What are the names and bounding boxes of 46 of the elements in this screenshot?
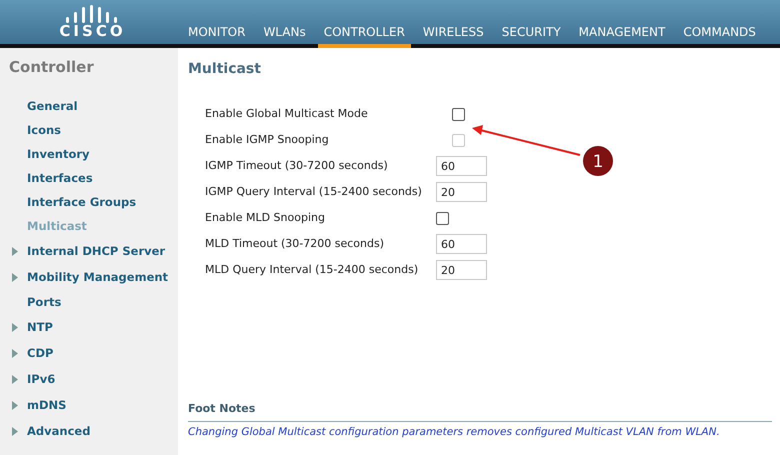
- sidebar-item[interactable]: Interfaces: [27, 171, 93, 185]
- expand-arrow-icon[interactable]: [12, 426, 18, 436]
- expand-arrow-icon[interactable]: [12, 400, 18, 410]
- logo-text: CISCO: [58, 23, 126, 40]
- nav-tab[interactable]: CONTROLLER: [318, 24, 411, 48]
- nav-tab[interactable]: MANAGEMENT: [572, 24, 672, 48]
- sidebar-title: Controller: [9, 58, 95, 78]
- nav-tab[interactable]: COMMANDS: [677, 24, 762, 48]
- field-label: MLD Query Interval (15-2400 seconds): [205, 262, 420, 278]
- input-field[interactable]: 20: [436, 260, 487, 280]
- checkbox[interactable]: [452, 108, 465, 120]
- field-label: IGMP Query Interval (15-2400 seconds): [205, 184, 423, 200]
- nav-tab[interactable]: WIRELESS: [416, 24, 490, 48]
- page-title: Multicast: [188, 61, 262, 79]
- checkbox[interactable]: [436, 212, 449, 224]
- sidebar-item[interactable]: Mobility Management: [27, 270, 168, 284]
- field-label: Enable MLD Snooping: [205, 210, 326, 226]
- sidebar-item[interactable]: Inventory: [27, 147, 90, 161]
- sidebar-item[interactable]: General: [27, 99, 78, 113]
- field-label: Enable Global Multicast Mode: [205, 106, 369, 122]
- expand-arrow-icon[interactable]: [12, 322, 18, 332]
- field-label: IGMP Timeout (30-7200 seconds): [205, 158, 389, 174]
- sidebar-item[interactable]: Ports: [27, 295, 62, 309]
- field-label: MLD Timeout (30-7200 seconds): [205, 236, 386, 252]
- footnotes-title: Foot Notes: [188, 402, 772, 422]
- sidebar-item[interactable]: mDNS: [27, 398, 66, 412]
- input-field[interactable]: 60: [436, 156, 487, 176]
- expand-arrow-icon[interactable]: [12, 348, 18, 358]
- field-label: Enable IGMP Snooping: [205, 132, 330, 148]
- nav-tab[interactable]: WLANs: [257, 24, 312, 48]
- sidebar-item[interactable]: CDP: [27, 346, 54, 360]
- footnote-text: Changing Global Multicast configuration parameters removes configured Multicast VLAN from WLAN.: [188, 426, 721, 438]
- nav-tab[interactable]: MONITOR: [182, 24, 252, 48]
- sidebar-item[interactable]: NTP: [27, 320, 53, 334]
- sidebar-item[interactable]: Internal DHCP Server: [27, 244, 166, 258]
- sidebar-item[interactable]: Icons: [27, 123, 62, 137]
- sidebar-item[interactable]: Advanced: [27, 424, 90, 438]
- expand-arrow-icon[interactable]: [12, 246, 18, 256]
- sidebar-item[interactable]: IPv6: [27, 372, 56, 386]
- nav-tab[interactable]: SECURITY: [496, 24, 567, 48]
- callout-badge: 1: [583, 146, 613, 176]
- expand-arrow-icon[interactable]: [12, 272, 18, 282]
- expand-arrow-icon[interactable]: [12, 374, 18, 384]
- sidebar-item[interactable]: Interface Groups: [27, 195, 136, 209]
- input-field[interactable]: 20: [436, 182, 487, 202]
- input-field[interactable]: 60: [436, 234, 487, 254]
